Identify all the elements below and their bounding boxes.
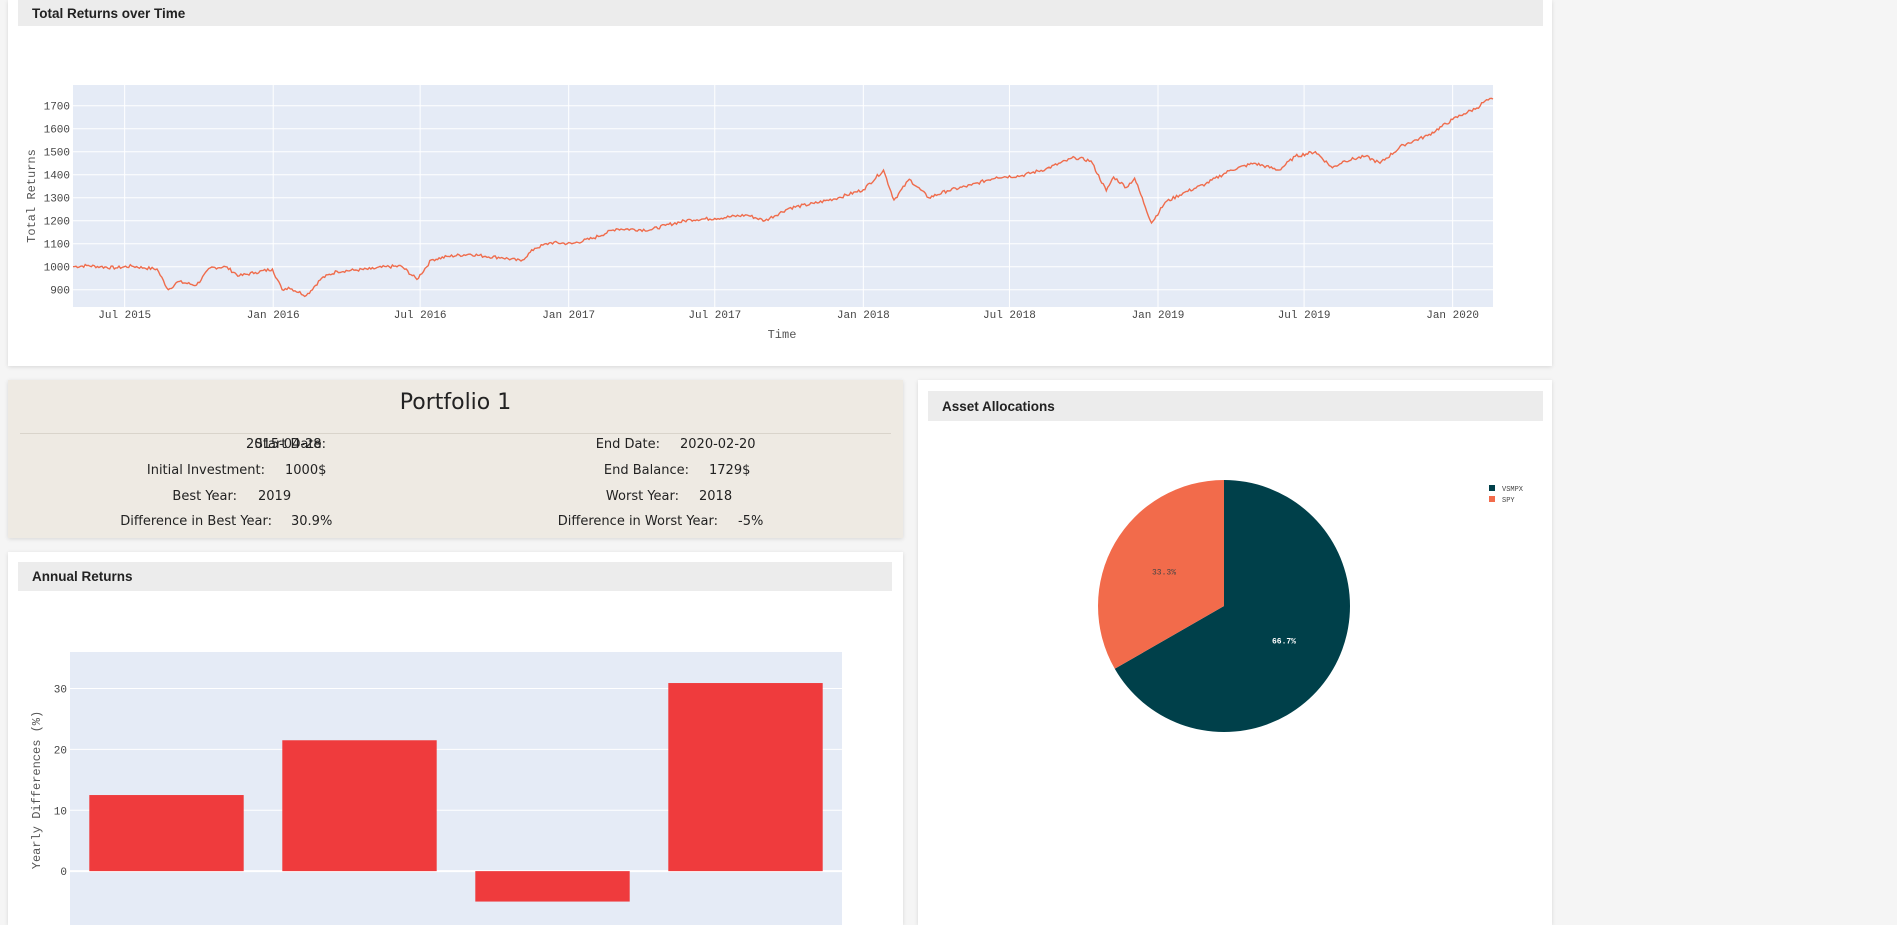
stat-end-balance-value: 1729$: [709, 463, 750, 478]
stat-value: 2020-02-20: [680, 437, 756, 452]
x-tick-label: Jan 2019: [1132, 310, 1185, 322]
stat-initial-investment: Initial Investment:: [147, 463, 265, 478]
bar-y-axis-title: Yearly Differences (%): [30, 711, 44, 869]
legend-swatch: [1489, 485, 1495, 491]
stat-label: End Date:: [595, 437, 660, 452]
stat-best-diff: Difference in Best Year:: [120, 514, 272, 529]
allocation-card: Asset Allocations 66.7% 33.3% VSMPX SPY: [918, 380, 1552, 925]
pie-slice-label: 66.7%: [1272, 638, 1296, 647]
x-axis-title: Time: [768, 328, 797, 342]
bar-y-tick-label: 0: [60, 867, 67, 879]
stat-best-year: Best Year:: [172, 489, 237, 504]
stat-value: 1729$: [709, 463, 751, 478]
x-tick-label: Jan 2016: [247, 310, 300, 322]
stat-label: Initial Investment:: [146, 463, 265, 478]
y-tick-label: 1600: [44, 125, 70, 137]
stat-value: 2019: [258, 489, 292, 504]
stat-end-balance: End Balance:: [604, 463, 689, 478]
stat-end-date-value: 2020-02-20: [680, 437, 756, 452]
annual-returns-bar-chart[interactable]: 30 20 10 0 Yearly Differences (%): [8, 552, 903, 925]
x-tick-label: Jul 2017: [688, 310, 741, 322]
returns-line-chart[interactable]: 900 1000 1100 1200 1300 1400 1500 1600 1700 Jul …: [8, 0, 1552, 366]
stat-value: 2018: [699, 489, 733, 504]
stat-label: Difference in Best Year:: [120, 514, 272, 529]
y-tick-label: 1200: [44, 217, 70, 229]
y-tick-label: 1300: [44, 194, 70, 206]
stat-label: Difference in Worst Year:: [557, 514, 718, 529]
annual-return-bar[interactable]: [89, 795, 244, 872]
legend-label: VSMPX: [1502, 486, 1524, 494]
stat-start-date-value: 2015-04-28: [246, 437, 322, 452]
stat-initial-investment-value: 1000$: [285, 463, 326, 478]
y-tick-label: 1700: [44, 102, 70, 114]
returns-card: Total Returns over Time 900 1000 1100 1200 1…: [8, 0, 1552, 366]
stat-worst-diff: Difference in Worst Year:: [558, 514, 718, 529]
portfolio-title: Portfolio 1: [399, 390, 512, 415]
stat-worst-year: Worst Year:: [606, 489, 679, 504]
allocation-pie-chart[interactable]: 66.7% 33.3% VSMPX SPY: [918, 380, 1552, 925]
annual-return-bar[interactable]: [668, 683, 823, 872]
x-tick-label: Jan 2018: [837, 310, 890, 322]
stat-best-year-value: 2019: [258, 489, 291, 504]
annual-returns-card: Annual Returns 30 20 10 0 Yearly Difference…: [8, 552, 903, 925]
stat-value: 2015-04-28: [246, 437, 322, 452]
stat-end-date: End Date:: [596, 437, 660, 452]
annual-return-bar[interactable]: [475, 871, 630, 902]
stat-label: End Balance:: [603, 463, 689, 478]
stat-best-diff-value: 30.9%: [291, 514, 332, 529]
pie-slice-label: 33.3%: [1152, 568, 1176, 577]
y-tick-label: 1000: [44, 263, 70, 275]
x-tick-label: Jul 2016: [394, 310, 447, 322]
y-tick-label: 1100: [44, 240, 70, 252]
bar-y-tick-label: 10: [54, 806, 67, 818]
x-tick-label: Jul 2018: [983, 310, 1036, 322]
y-tick-label: 900: [50, 286, 70, 298]
bar-y-tick-label: 20: [54, 745, 67, 757]
y-tick-label: 1500: [44, 148, 70, 160]
stat-label: Worst Year:: [605, 489, 679, 504]
legend-label: SPY: [1502, 497, 1515, 505]
y-tick-label: 1400: [44, 171, 70, 183]
stat-label: Best Year:: [172, 489, 237, 504]
annual-return-bar[interactable]: [282, 740, 437, 872]
x-tick-label: Jul 2015: [98, 310, 151, 322]
portfolio-summary: Portfolio 1 Start Date: 2015-04-28 Initi…: [8, 380, 903, 538]
stat-value: -5%: [738, 514, 764, 529]
bar-y-tick-label: 30: [54, 685, 67, 697]
stat-worst-diff-value: -5%: [738, 514, 763, 529]
line-plot-area: [73, 85, 1493, 307]
x-tick-label: Jul 2019: [1278, 310, 1331, 322]
x-tick-label: Jan 2017: [542, 310, 595, 322]
legend-swatch: [1489, 496, 1495, 502]
stat-worst-year-value: 2018: [699, 489, 732, 504]
x-tick-label: Jan 2020: [1426, 310, 1479, 322]
portfolio-divider: [20, 433, 891, 434]
stat-value: 1000$: [285, 463, 327, 478]
pie-legend[interactable]: VSMPX SPY: [1489, 485, 1524, 505]
stat-value: 30.9%: [291, 514, 333, 529]
y-axis-title: Total Returns: [25, 149, 39, 243]
